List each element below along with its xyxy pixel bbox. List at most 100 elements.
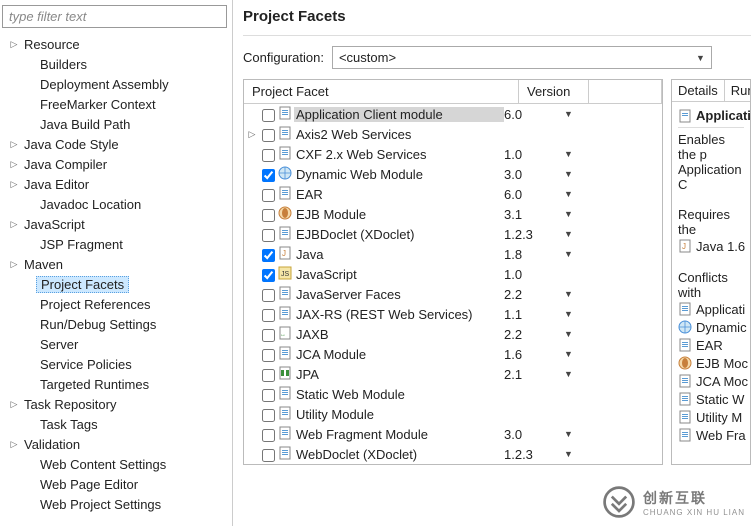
facet-checkbox[interactable]: [262, 389, 275, 402]
tree-item[interactable]: Java Build Path: [8, 114, 232, 134]
doc-icon: [278, 306, 292, 320]
tree-item[interactable]: FreeMarker Context: [8, 94, 232, 114]
version-dropdown[interactable]: ▼: [564, 449, 584, 459]
facet-row[interactable]: ↔JAXB2.2▼: [244, 324, 662, 344]
globe-icon: [278, 166, 292, 180]
chevron-right-icon: ▷: [8, 38, 20, 50]
tree-item[interactable]: Service Policies: [8, 354, 232, 374]
js-icon: JS: [278, 266, 292, 280]
facet-version: 1.2.3: [504, 227, 564, 242]
tree-item[interactable]: Run/Debug Settings: [8, 314, 232, 334]
version-dropdown[interactable]: ▼: [564, 429, 584, 439]
facet-checkbox[interactable]: [262, 309, 275, 322]
facet-row[interactable]: Static Web Module: [244, 384, 662, 404]
facet-checkbox[interactable]: [262, 189, 275, 202]
facet-checkbox[interactable]: [262, 409, 275, 422]
tree-item[interactable]: Web Project Settings: [8, 494, 232, 514]
col-header-name[interactable]: Project Facet: [244, 80, 519, 103]
details-panel: Details Runt Applicati Enables the p App…: [671, 79, 751, 465]
version-dropdown[interactable]: ▼: [564, 169, 584, 179]
doc-icon: [278, 446, 292, 460]
version-dropdown[interactable]: ▼: [564, 309, 584, 319]
version-dropdown[interactable]: ▼: [564, 149, 584, 159]
facet-row[interactable]: JSJavaScript1.0: [244, 264, 662, 284]
facet-row[interactable]: Application Client module6.0▼: [244, 104, 662, 124]
facet-checkbox[interactable]: [262, 249, 275, 262]
facet-row[interactable]: EJB Module3.1▼: [244, 204, 662, 224]
version-dropdown[interactable]: ▼: [564, 229, 584, 239]
doc-icon: [678, 374, 692, 388]
facet-checkbox[interactable]: [262, 349, 275, 362]
facet-checkbox[interactable]: [262, 289, 275, 302]
facet-checkbox[interactable]: [262, 169, 275, 182]
conflict-item: EAR: [678, 336, 744, 354]
col-header-version[interactable]: Version: [519, 80, 589, 103]
facet-row[interactable]: JPA2.1▼: [244, 364, 662, 384]
facet-checkbox[interactable]: [262, 209, 275, 222]
version-dropdown[interactable]: ▼: [564, 109, 584, 119]
facet-checkbox[interactable]: [262, 129, 275, 142]
tree-item[interactable]: Project Facets: [8, 274, 232, 294]
facet-checkbox[interactable]: [262, 269, 275, 282]
left-panel: type filter text ▷ResourceBuildersDeploy…: [0, 0, 233, 526]
version-dropdown[interactable]: ▼: [564, 209, 584, 219]
tree-item[interactable]: ▷JavaScript: [8, 214, 232, 234]
facet-row[interactable]: CXF 2.x Web Services1.0▼: [244, 144, 662, 164]
tree-item[interactable]: Web Content Settings: [8, 454, 232, 474]
tree-item[interactable]: ▷Task Repository: [8, 394, 232, 414]
facet-checkbox[interactable]: [262, 429, 275, 442]
version-dropdown[interactable]: ▼: [564, 189, 584, 199]
version-dropdown[interactable]: ▼: [564, 329, 584, 339]
tree-item[interactable]: Targeted Runtimes: [8, 374, 232, 394]
version-dropdown[interactable]: ▼: [564, 369, 584, 379]
facet-checkbox[interactable]: [262, 329, 275, 342]
tree-item[interactable]: ▷Java Editor: [8, 174, 232, 194]
facet-checkbox[interactable]: [262, 109, 275, 122]
conflict-item: Utility M: [678, 408, 744, 426]
expand-icon[interactable]: ▷: [244, 129, 260, 140]
tree-item[interactable]: Server: [8, 334, 232, 354]
tree-item[interactable]: Builders: [8, 54, 232, 74]
facet-row[interactable]: JCA Module1.6▼: [244, 344, 662, 364]
facet-row[interactable]: Dynamic Web Module3.0▼: [244, 164, 662, 184]
tree-item[interactable]: ▷Java Code Style: [8, 134, 232, 154]
tree-item[interactable]: Javadoc Location: [8, 194, 232, 214]
facet-name: Dynamic Web Module: [294, 167, 504, 182]
tree-item[interactable]: ▷Maven: [8, 254, 232, 274]
tree-item[interactable]: Project References: [8, 294, 232, 314]
facet-row[interactable]: JAX-RS (REST Web Services)1.1▼: [244, 304, 662, 324]
filter-input[interactable]: type filter text: [2, 5, 227, 28]
tree-item[interactable]: ▷Validation: [8, 434, 232, 454]
facet-row[interactable]: Utility Module: [244, 404, 662, 424]
version-dropdown[interactable]: ▼: [564, 249, 584, 259]
tree-item[interactable]: ▷Resource: [8, 34, 232, 54]
svg-text:JS: JS: [281, 271, 290, 278]
chevron-right-icon: ▷: [8, 178, 20, 190]
facet-row[interactable]: JJava1.8▼: [244, 244, 662, 264]
version-dropdown[interactable]: ▼: [564, 289, 584, 299]
tree-item[interactable]: Task Tags: [8, 414, 232, 434]
facet-row[interactable]: EAR6.0▼: [244, 184, 662, 204]
facet-row[interactable]: Web Fragment Module3.0▼: [244, 424, 662, 444]
tree-item[interactable]: ▷Java Compiler: [8, 154, 232, 174]
facet-checkbox[interactable]: [262, 449, 275, 462]
facet-name: Axis2 Web Services: [294, 127, 504, 142]
config-select[interactable]: <custom> ▼: [332, 46, 712, 69]
facet-checkbox[interactable]: [262, 369, 275, 382]
tree-item[interactable]: Deployment Assembly: [8, 74, 232, 94]
right-panel: Project Facets Configuration: <custom> ▼…: [233, 0, 751, 526]
facet-checkbox[interactable]: [262, 149, 275, 162]
facet-row[interactable]: WebDoclet (XDoclet)1.2.3▼: [244, 444, 662, 464]
facet-row[interactable]: EJBDoclet (XDoclet)1.2.3▼: [244, 224, 662, 244]
tab-details[interactable]: Details: [672, 80, 725, 101]
facet-row[interactable]: ▷ Axis2 Web Services: [244, 124, 662, 144]
version-dropdown[interactable]: ▼: [564, 349, 584, 359]
facet-name: CXF 2.x Web Services: [294, 147, 504, 162]
page-title: Project Facets: [243, 8, 751, 31]
facet-row[interactable]: JavaServer Faces2.2▼: [244, 284, 662, 304]
tree-item[interactable]: Web Page Editor: [8, 474, 232, 494]
facet-checkbox[interactable]: [262, 229, 275, 242]
tab-runtimes[interactable]: Runt: [725, 80, 751, 101]
tree-item[interactable]: JSP Fragment: [8, 234, 232, 254]
bean-icon: [278, 206, 292, 220]
